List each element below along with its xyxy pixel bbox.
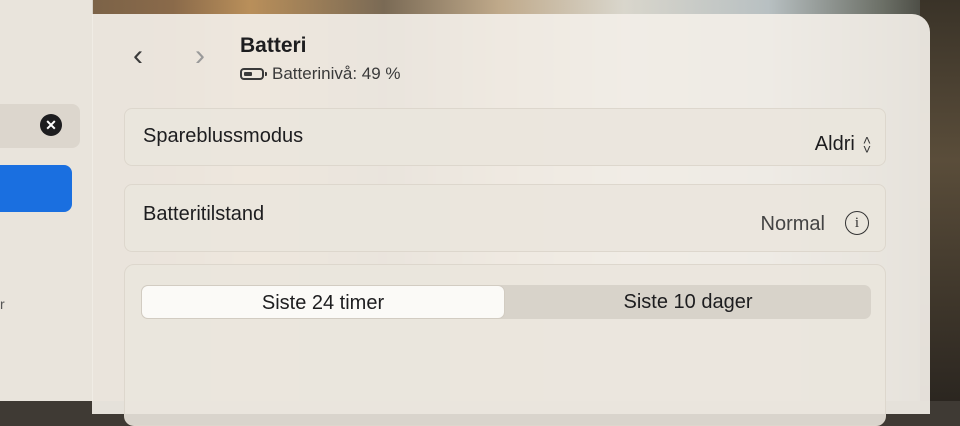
sidebar-item-selected[interactable] (0, 165, 72, 212)
low-power-popup[interactable]: Aldri ˄ ˅ (815, 133, 871, 156)
info-icon[interactable]: i (845, 211, 869, 235)
clear-search-icon[interactable]: ✕ (40, 114, 62, 136)
low-power-value: Aldri (814, 133, 855, 155)
usage-history-panel: Siste 24 timer Siste 10 dager (124, 264, 886, 426)
history-range-segmented-control[interactable]: Siste 24 timer Siste 10 dager (141, 285, 871, 319)
battery-level-subtitle: Batterinivå: 49 % (240, 64, 401, 84)
settings-window: ‹ › Batteri Batterinivå: 49 % Sparebluss… (92, 14, 930, 426)
low-power-label: Spareblussmodus (143, 125, 304, 147)
segment-last-24-hours[interactable]: Siste 24 timer (141, 285, 505, 319)
page-title: Batteri (240, 34, 307, 57)
chevron-right-icon[interactable]: › (188, 41, 212, 71)
battery-health-value: Normal (760, 213, 825, 235)
sidebar: ✕ r (0, 0, 93, 401)
battery-icon (240, 68, 267, 80)
sidebar-item-label: r (0, 296, 5, 312)
low-power-row: Spareblussmodus Aldri ˄ ˅ (124, 108, 886, 166)
battery-health-label: Batteritilstand (143, 203, 265, 225)
battery-health-row: Batteritilstand Normal i (124, 184, 886, 252)
chevron-left-icon[interactable]: ‹ (126, 41, 150, 71)
battery-level-text: Batterinivå: 49 % (272, 64, 401, 83)
updown-chevron-icon: ˄ ˅ (862, 131, 871, 157)
segment-last-10-days[interactable]: Siste 10 dager (505, 285, 871, 319)
